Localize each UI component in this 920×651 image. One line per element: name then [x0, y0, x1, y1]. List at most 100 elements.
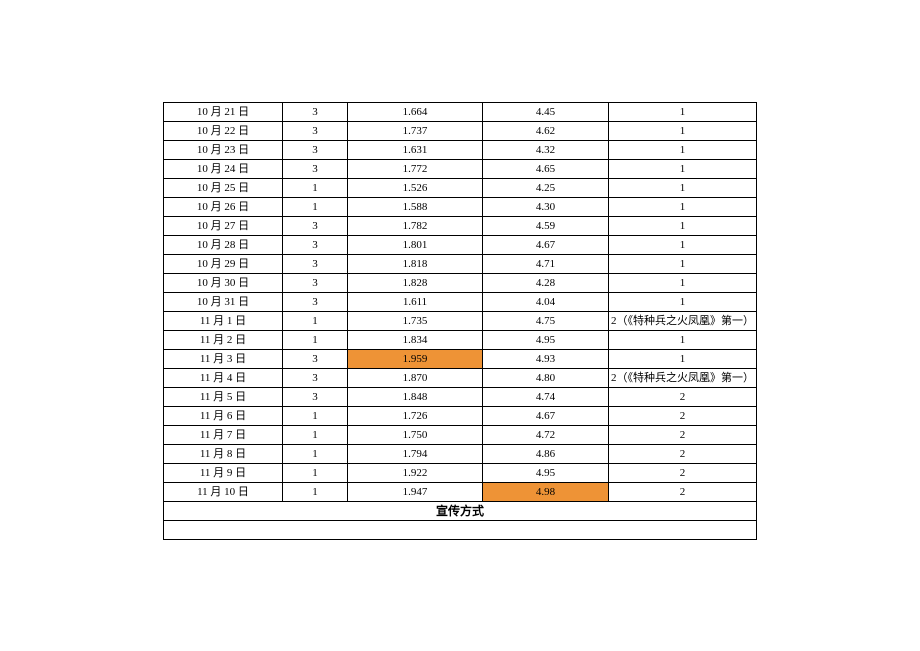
table-cell-b: 1.588 — [348, 198, 483, 217]
table-cell-date: 11 月 8 日 — [164, 445, 283, 464]
table-cell-a: 1 — [283, 426, 348, 445]
table-cell-d: 1 — [609, 198, 757, 217]
table-cell-d: 1 — [609, 350, 757, 369]
table-cell-c: 4.86 — [483, 445, 609, 464]
table-cell-date: 10 月 23 日 — [164, 141, 283, 160]
table-cell-c: 4.28 — [483, 274, 609, 293]
table-cell-date: 11 月 1 日 — [164, 312, 283, 331]
table-row: 11 月 5 日31.8484.742 — [164, 388, 757, 407]
table-cell-date: 10 月 29 日 — [164, 255, 283, 274]
table-cell-date: 10 月 25 日 — [164, 179, 283, 198]
table-cell-date: 11 月 5 日 — [164, 388, 283, 407]
table-cell-date: 10 月 24 日 — [164, 160, 283, 179]
table-row: 10 月 27 日31.7824.591 — [164, 217, 757, 236]
table-row: 10 月 26 日11.5884.301 — [164, 198, 757, 217]
table-cell-c: 4.67 — [483, 407, 609, 426]
table-body: 10 月 21 日31.6644.45110 月 22 日31.7374.621… — [164, 103, 757, 502]
table-cell-date: 10 月 21 日 — [164, 103, 283, 122]
table-cell-c: 4.30 — [483, 198, 609, 217]
table-cell-c: 4.71 — [483, 255, 609, 274]
table-cell-c: 4.74 — [483, 388, 609, 407]
table-cell-d: 1 — [609, 103, 757, 122]
table-cell-d: 1 — [609, 179, 757, 198]
table-cell-a: 3 — [283, 141, 348, 160]
table-row: 11 月 10 日11.9474.982 — [164, 483, 757, 502]
empty-cell — [164, 521, 757, 540]
table-cell-a: 3 — [283, 255, 348, 274]
table-cell-d: 2 — [609, 426, 757, 445]
table-cell-date: 11 月 4 日 — [164, 369, 283, 388]
table-cell-d: 2 — [609, 464, 757, 483]
table-cell-a: 3 — [283, 103, 348, 122]
table-cell-date: 11 月 2 日 — [164, 331, 283, 350]
table-cell-b: 1.947 — [348, 483, 483, 502]
table-cell-c: 4.75 — [483, 312, 609, 331]
table-cell-date: 10 月 28 日 — [164, 236, 283, 255]
table-cell-b: 1.818 — [348, 255, 483, 274]
table-cell-b: 1.959 — [348, 350, 483, 369]
table-row: 10 月 29 日31.8184.711 — [164, 255, 757, 274]
table-cell-date: 11 月 3 日 — [164, 350, 283, 369]
table-cell-a: 3 — [283, 160, 348, 179]
table-cell-d: 1 — [609, 331, 757, 350]
table-cell-a: 1 — [283, 464, 348, 483]
table-cell-d: 2 — [609, 445, 757, 464]
table-cell-date: 10 月 31 日 — [164, 293, 283, 312]
table-cell-a: 1 — [283, 445, 348, 464]
table-cell-a: 1 — [283, 198, 348, 217]
table-cell-c: 4.95 — [483, 331, 609, 350]
table-cell-b: 1.772 — [348, 160, 483, 179]
table-cell-date: 10 月 26 日 — [164, 198, 283, 217]
table-cell-a: 1 — [283, 407, 348, 426]
table-cell-c: 4.59 — [483, 217, 609, 236]
table-cell-d: 2 — [609, 407, 757, 426]
table-row: 11 月 9 日11.9224.952 — [164, 464, 757, 483]
table-cell-b: 1.750 — [348, 426, 483, 445]
table-cell-a: 1 — [283, 179, 348, 198]
section-header-cell: 宣传方式 — [164, 502, 757, 521]
table-cell-a: 3 — [283, 122, 348, 141]
table-cell-a: 3 — [283, 236, 348, 255]
table-cell-b: 1.526 — [348, 179, 483, 198]
table-cell-date: 10 月 22 日 — [164, 122, 283, 141]
table-cell-a: 1 — [283, 331, 348, 350]
table-cell-a: 3 — [283, 369, 348, 388]
table-cell-a: 3 — [283, 388, 348, 407]
table-row: 11 月 7 日11.7504.722 — [164, 426, 757, 445]
table-cell-date: 11 月 9 日 — [164, 464, 283, 483]
table-cell-date: 10 月 27 日 — [164, 217, 283, 236]
table-row: 10 月 28 日31.8014.671 — [164, 236, 757, 255]
ratings-table: 10 月 21 日31.6644.45110 月 22 日31.7374.621… — [163, 102, 757, 540]
table-cell-d: 2（《特种兵之火凤凰》第一） — [609, 312, 757, 331]
table-cell-d: 1 — [609, 274, 757, 293]
table-cell-c: 4.95 — [483, 464, 609, 483]
table-cell-a: 3 — [283, 293, 348, 312]
document-page: 10 月 21 日31.6644.45110 月 22 日31.7374.621… — [0, 0, 920, 651]
table-row: 10 月 30 日31.8284.281 — [164, 274, 757, 293]
table-cell-c: 4.93 — [483, 350, 609, 369]
table-row: 10 月 22 日31.7374.621 — [164, 122, 757, 141]
table-cell-b: 1.726 — [348, 407, 483, 426]
table-cell-d: 1 — [609, 141, 757, 160]
table-row: 10 月 24 日31.7724.651 — [164, 160, 757, 179]
table-row: 11 月 6 日11.7264.672 — [164, 407, 757, 426]
table-cell-a: 1 — [283, 483, 348, 502]
table-row: 10 月 31 日31.6114.041 — [164, 293, 757, 312]
table-cell-c: 4.45 — [483, 103, 609, 122]
table-cell-b: 1.801 — [348, 236, 483, 255]
table-cell-date: 10 月 30 日 — [164, 274, 283, 293]
table-cell-c: 4.72 — [483, 426, 609, 445]
table-cell-b: 1.611 — [348, 293, 483, 312]
table-cell-b: 1.735 — [348, 312, 483, 331]
table-cell-d: 2 — [609, 483, 757, 502]
table-cell-b: 1.870 — [348, 369, 483, 388]
table-cell-b: 1.834 — [348, 331, 483, 350]
table-cell-c: 4.67 — [483, 236, 609, 255]
table-row: 11 月 3 日31.9594.931 — [164, 350, 757, 369]
table-cell-d: 1 — [609, 160, 757, 179]
table-cell-c: 4.62 — [483, 122, 609, 141]
table-cell-date: 11 月 6 日 — [164, 407, 283, 426]
table-row: 11 月 2 日11.8344.951 — [164, 331, 757, 350]
table-cell-date: 11 月 10 日 — [164, 483, 283, 502]
table-cell-b: 1.828 — [348, 274, 483, 293]
